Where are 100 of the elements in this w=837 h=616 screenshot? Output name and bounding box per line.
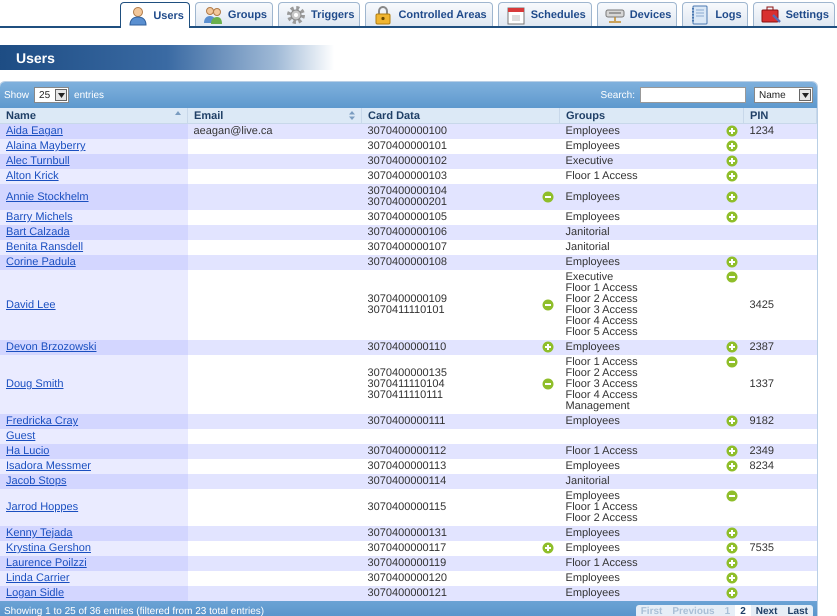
pin-text: 9182 <box>750 415 774 427</box>
expand-icon[interactable] <box>726 341 738 353</box>
collapse-icon[interactable] <box>542 190 554 202</box>
card-number: 3070400000106 <box>368 227 448 238</box>
pin-text: 7535 <box>750 542 774 554</box>
card-number: 3070400000109 <box>368 294 448 305</box>
search-label: Search: <box>600 90 635 100</box>
tab[interactable]: Controlled Areas <box>365 2 493 26</box>
pin-text: 2387 <box>750 341 774 353</box>
collapse-icon[interactable] <box>726 271 738 283</box>
tab[interactable]: Settings <box>752 2 835 26</box>
tab[interactable]: Users <box>120 2 190 28</box>
expand-icon[interactable] <box>726 445 738 457</box>
expand-icon[interactable] <box>726 460 738 472</box>
group-name: Employees <box>566 212 620 223</box>
calendar-icon <box>506 4 526 24</box>
page-button[interactable]: Last <box>782 604 813 616</box>
pin-text: 8234 <box>750 460 774 472</box>
dropdown-icon[interactable] <box>799 89 811 101</box>
padlock-icon <box>373 4 394 24</box>
expand-icon[interactable] <box>726 190 738 202</box>
pin-text: 2349 <box>750 445 774 457</box>
search-field-select[interactable]: Name <box>754 87 813 103</box>
collapse-icon[interactable] <box>726 490 738 502</box>
tab[interactable]: Devices <box>596 2 678 26</box>
entries-info: Showing 1 to 25 of 36 entries (filtered from 23 total entries) <box>4 606 264 616</box>
tab[interactable]: Groups <box>194 2 274 26</box>
page-size-select[interactable]: 25 <box>34 87 70 103</box>
group-name: Floor 1 Access <box>566 502 638 513</box>
expand-icon[interactable] <box>726 155 738 167</box>
expand-icon[interactable] <box>542 542 554 554</box>
user-name-link[interactable]: David Lee <box>6 298 56 310</box>
gear-icon <box>286 4 306 24</box>
group-name: Employees <box>566 461 620 472</box>
group-name: Floor 2 Access <box>566 513 638 524</box>
expand-icon[interactable] <box>726 572 738 584</box>
tab[interactable]: Schedules <box>498 2 592 26</box>
column-header[interactable]: Groups <box>560 108 744 124</box>
column-header[interactable]: Name <box>0 108 188 124</box>
card-number: 3070400000101 <box>368 141 448 152</box>
card-number: 3070400000113 <box>368 461 446 472</box>
group-name: Employees <box>566 192 620 202</box>
expand-icon[interactable] <box>726 542 738 554</box>
card-number: 3070400000111 <box>368 416 446 427</box>
group-name: Employees <box>566 342 620 353</box>
expand-icon[interactable] <box>726 256 738 268</box>
column-header[interactable]: PIN <box>744 108 816 124</box>
group-name: Floor 1 Access <box>566 558 638 569</box>
tab[interactable]: Logs <box>682 2 748 26</box>
group-name: Employees <box>566 141 620 152</box>
expand-icon[interactable] <box>726 140 738 152</box>
expand-icon[interactable] <box>726 527 738 539</box>
pin-text: 1337 <box>750 378 774 390</box>
group-name: Janitorial <box>566 476 610 487</box>
card-number: 3070400000114 <box>368 476 446 487</box>
group-name: Employees <box>566 573 620 584</box>
group-name: Floor 3 Access <box>566 379 638 390</box>
card-number: 3070411110104 <box>368 379 446 390</box>
column-header[interactable]: Card Data <box>362 108 560 124</box>
expand-icon[interactable] <box>726 587 738 599</box>
group-name: Employees <box>566 528 620 539</box>
card-number: 3070400000121 <box>368 588 448 599</box>
expand-icon[interactable] <box>726 557 738 569</box>
collapse-icon[interactable] <box>542 298 554 310</box>
group-name: Employees <box>566 126 620 137</box>
user-name-link[interactable]: Ha Lucio <box>6 445 50 457</box>
group-name: Floor 5 Access <box>566 327 638 338</box>
card-number: 3070400000131 <box>368 528 448 539</box>
page-button[interactable]: 2 <box>735 604 751 616</box>
sort-icon[interactable] <box>349 111 355 120</box>
person-icon <box>128 6 148 26</box>
group-name: Employees <box>566 491 621 502</box>
group-name: Floor 4 Access <box>566 316 638 327</box>
entries-label: entries <box>74 90 104 100</box>
column-header[interactable]: Email <box>188 108 362 124</box>
people-icon <box>202 4 223 24</box>
search-field[interactable] <box>640 87 746 103</box>
toolbox-icon <box>760 4 781 24</box>
group-name: Employees <box>566 416 620 427</box>
collapse-icon[interactable] <box>542 378 554 390</box>
group-name: Executive <box>566 272 614 283</box>
card-number: 3070400000117 <box>368 543 446 554</box>
user-name-link[interactable]: Jarrod Hoppes <box>6 501 78 513</box>
user-name-link[interactable]: Doug Smith <box>6 378 64 390</box>
expand-icon[interactable] <box>726 415 738 427</box>
page-button[interactable]: Next <box>750 604 782 616</box>
expand-icon[interactable] <box>542 341 554 353</box>
expand-icon[interactable] <box>726 125 738 137</box>
expand-icon[interactable] <box>726 170 738 182</box>
group-name: Employees <box>566 257 620 268</box>
tab[interactable]: Triggers <box>278 2 360 26</box>
group-name: Janitorial <box>566 227 610 238</box>
card-number: 3070411110101 <box>368 305 446 316</box>
expand-icon[interactable] <box>726 211 738 223</box>
collapse-icon[interactable] <box>726 356 738 368</box>
group-name: Employees <box>566 543 620 554</box>
group-name: Executive <box>566 156 614 167</box>
user-name-link[interactable]: Guest <box>6 430 36 442</box>
dropdown-icon[interactable] <box>55 89 68 101</box>
group-name: Floor 2 Access <box>566 368 638 379</box>
